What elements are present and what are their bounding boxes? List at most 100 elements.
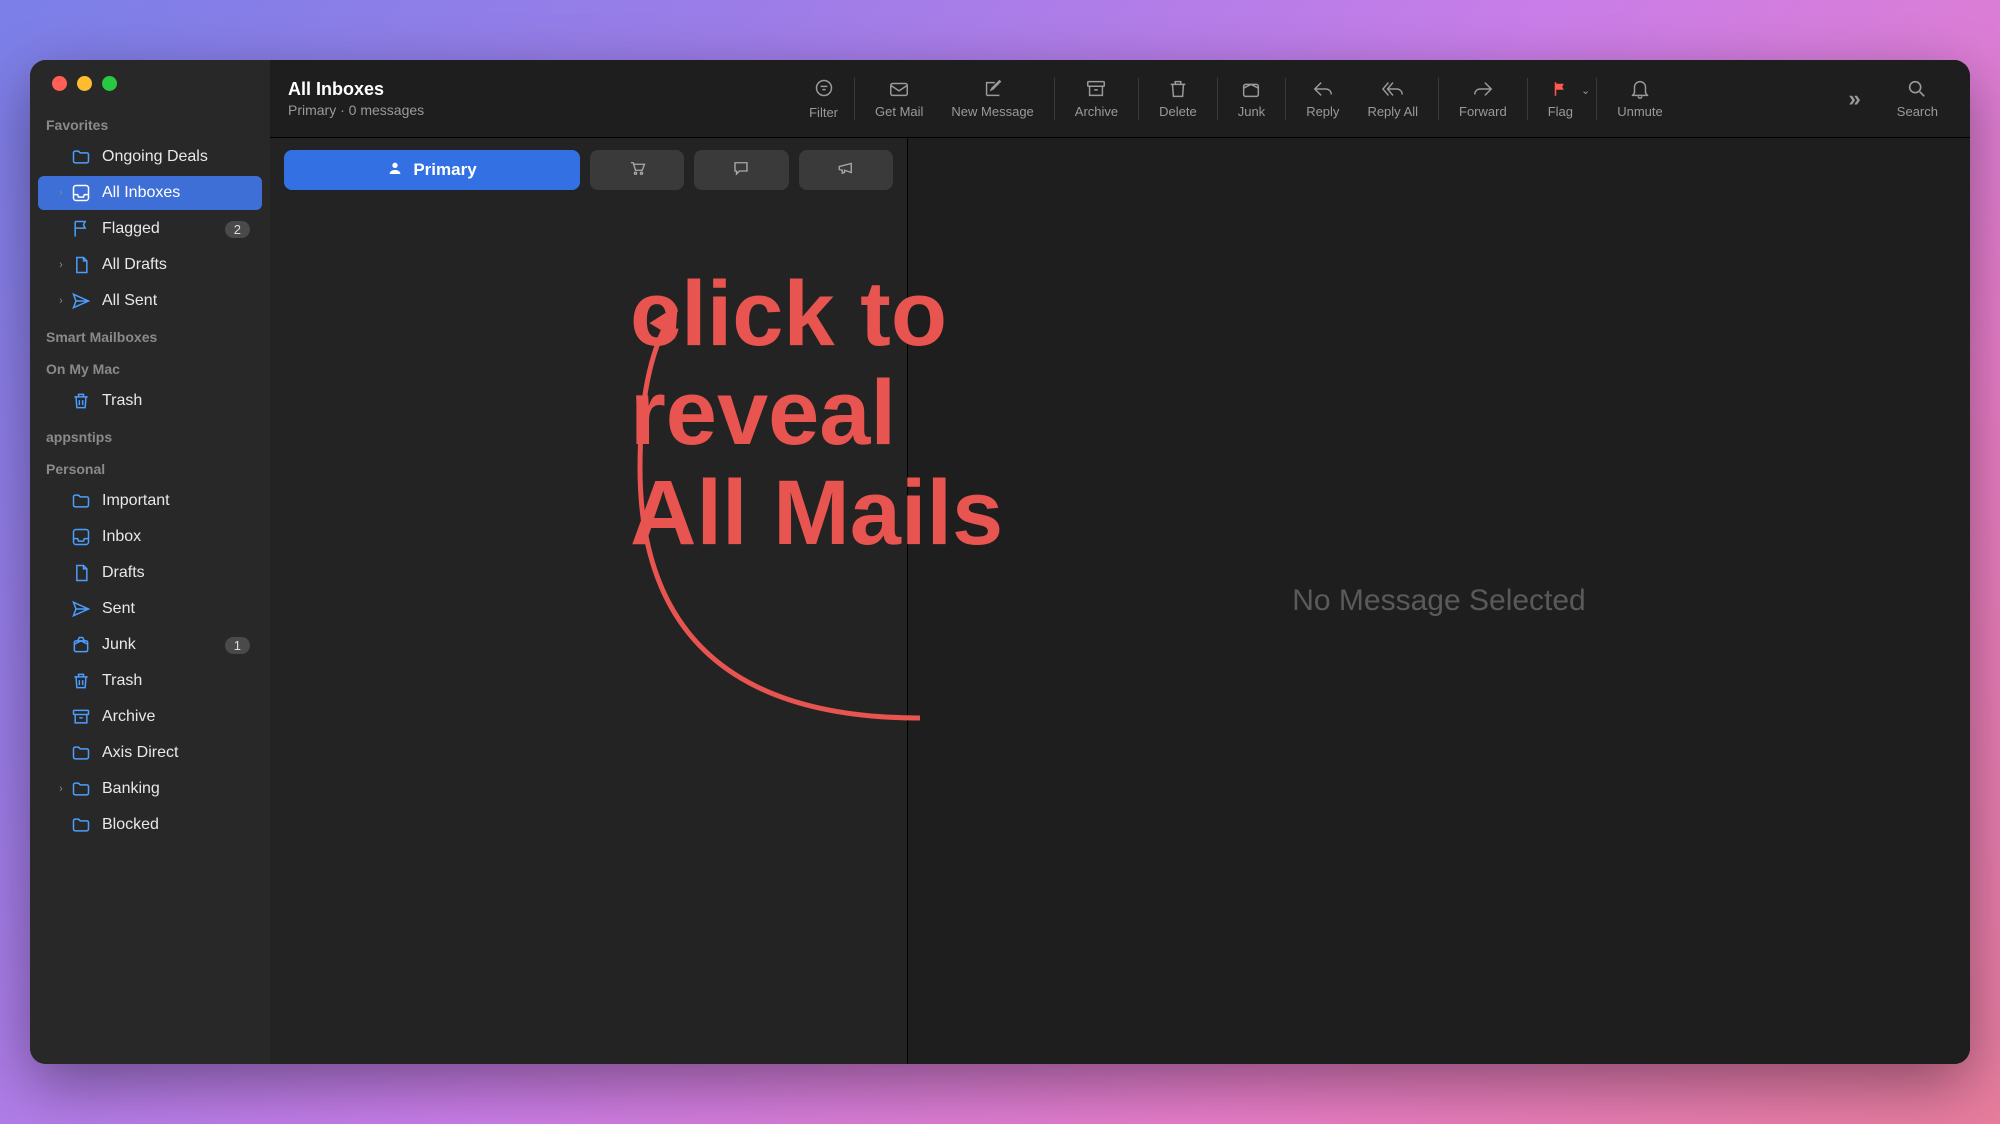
divider [1285,78,1286,120]
new-message-button[interactable]: New Message [937,78,1047,119]
sidebar-item-trash[interactable]: Trash [38,664,262,698]
section-on-my-mac[interactable]: On My Mac [30,351,270,383]
section-appsntips[interactable]: appsntips [30,419,270,451]
person-icon [387,160,403,181]
folder-icon [70,742,92,764]
mailbox-title: All Inboxes [288,79,424,100]
sidebar-item-label: Drafts [102,564,250,582]
sidebar-item-junk[interactable]: Junk 1 [38,628,262,662]
divider [1438,78,1439,120]
sidebar-item-all-drafts[interactable]: › All Drafts [38,248,262,282]
bell-icon [1629,78,1651,100]
sidebar-item-important[interactable]: Important [38,484,262,518]
toolbar: All Inboxes Primary · 0 messages Filter … [270,60,1970,138]
folder-icon [70,146,92,168]
message-list-pane: Primary [270,138,908,1064]
divider [1217,78,1218,120]
divider [1527,78,1528,120]
sidebar-item-all-inboxes[interactable]: › All Inboxes [38,176,262,210]
reply-all-icon [1382,78,1404,100]
trash-icon [70,390,92,412]
folder-icon [70,814,92,836]
sidebar-item-label: All Drafts [102,256,250,274]
tab-primary[interactable]: Primary [284,150,580,190]
envelope-icon [888,78,910,100]
sidebar-item-blocked[interactable]: Blocked [38,808,262,842]
sidebar-item-ongoing-deals[interactable]: Ongoing Deals [38,140,262,174]
close-window-button[interactable] [52,76,67,91]
empty-state-text: No Message Selected [1292,584,1586,618]
cart-icon [628,159,646,182]
divider [1596,78,1597,120]
sidebar-item-label: Ongoing Deals [102,148,250,166]
sidebar-item-archive[interactable]: Archive [38,700,262,734]
count-badge: 1 [225,637,250,654]
tab-social[interactable] [694,150,788,190]
junk-button[interactable]: Junk [1224,78,1279,119]
sidebar-item-all-sent[interactable]: › All Sent [38,284,262,318]
sidebar-item-banking[interactable]: › Banking [38,772,262,806]
sidebar-item-label: Flagged [102,220,225,238]
chat-icon [732,159,750,182]
reply-button[interactable]: Reply [1292,78,1353,119]
category-tabs: Primary [270,138,907,202]
sidebar-item-inbox[interactable]: Inbox [38,520,262,554]
flag-button[interactable]: Flag [1534,78,1587,119]
get-mail-button[interactable]: Get Mail [861,78,937,119]
chevron-right-icon[interactable]: › [54,259,68,271]
forward-button[interactable]: Forward [1445,78,1521,119]
minimize-window-button[interactable] [77,76,92,91]
main-area: All Inboxes Primary · 0 messages Filter … [270,60,1970,1064]
sidebar-item-label: Axis Direct [102,744,250,762]
divider [854,78,855,120]
sidebar-item-label: Inbox [102,528,250,546]
send-icon [70,290,92,312]
sidebar-item-drafts[interactable]: Drafts [38,556,262,590]
chevron-right-icon[interactable]: › [54,295,68,307]
more-button[interactable]: » [1849,86,1861,112]
chevron-right-icon[interactable]: › [54,783,68,795]
send-icon [70,598,92,620]
sidebar-item-label: Trash [102,672,250,690]
junk-icon [70,634,92,656]
maximize-window-button[interactable] [102,76,117,91]
sidebar-item-flagged[interactable]: Flagged 2 [38,212,262,246]
section-personal[interactable]: Personal [30,451,270,483]
trash-icon [70,670,92,692]
tab-promotions[interactable] [799,150,893,190]
folder-icon [70,490,92,512]
sidebar-item-label: Trash [102,392,250,410]
document-icon [70,254,92,276]
forward-icon [1472,78,1494,100]
filter-button[interactable]: Filter [809,78,838,120]
trash-icon [1167,78,1189,100]
filter-icon [809,78,838,103]
search-button[interactable]: Search [1883,78,1952,119]
divider [1054,78,1055,120]
sidebar-item-label: Blocked [102,816,250,834]
section-favorites[interactable]: Favorites [30,107,270,139]
megaphone-icon [837,159,855,182]
count-badge: 2 [225,221,250,238]
section-smart-mailboxes[interactable]: Smart Mailboxes [30,319,270,351]
sidebar-item-sent[interactable]: Sent [38,592,262,626]
chevron-right-icon[interactable]: › [54,187,68,199]
tab-shopping[interactable] [590,150,684,190]
content-area: Primary [270,138,1970,1064]
reply-icon [1312,78,1334,100]
mail-app-window: Favorites Ongoing Deals › All Inboxes Fl… [30,60,1970,1064]
tray-icon [70,526,92,548]
reply-all-button[interactable]: Reply All [1353,78,1432,119]
unmute-button[interactable]: Unmute [1603,78,1677,119]
document-icon [70,562,92,584]
divider [1138,78,1139,120]
window-controls [30,76,270,107]
delete-button[interactable]: Delete [1145,78,1211,119]
flag-dropdown-button[interactable]: ⌄ [1581,84,1590,97]
header-title: All Inboxes Primary · 0 messages [288,79,424,118]
sidebar-item-label: Sent [102,600,250,618]
sidebar-item-trash-local[interactable]: Trash [38,384,262,418]
sidebar-item-label: All Sent [102,292,250,310]
sidebar-item-axis-direct[interactable]: Axis Direct [38,736,262,770]
archive-button[interactable]: Archive [1061,78,1132,119]
